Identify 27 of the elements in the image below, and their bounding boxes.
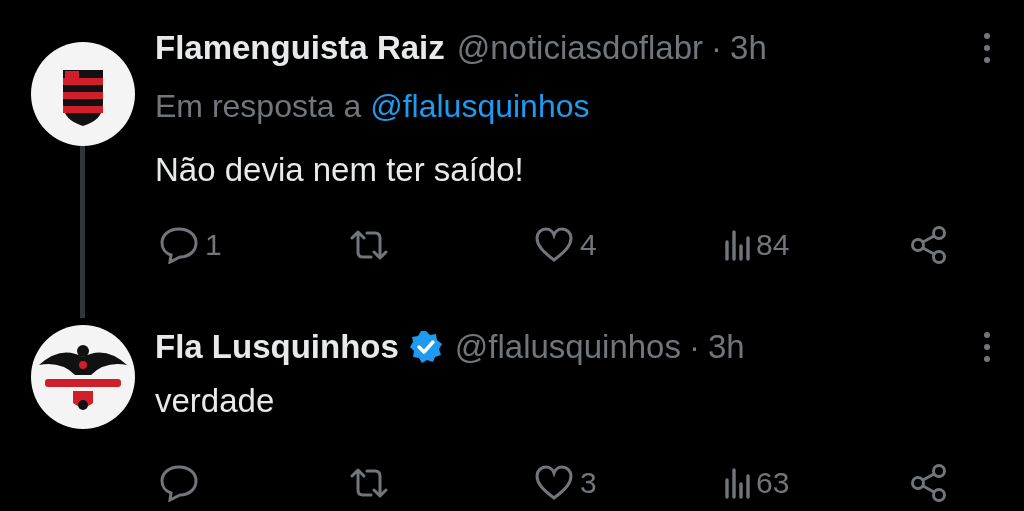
reply-icon[interactable] [159, 464, 199, 502]
repost-icon[interactable] [349, 466, 389, 500]
action-count: 63 [756, 466, 790, 500]
reply-icon[interactable] [159, 226, 199, 264]
post-time: 3h [707, 328, 745, 366]
bar-chart-icon[interactable] [724, 228, 750, 262]
post-text: Não devia nem ter saído! [154, 150, 525, 190]
post-time: 3h [730, 29, 767, 67]
action-count: 84 [756, 228, 790, 262]
heart-icon[interactable] [534, 227, 574, 263]
user-handle[interactable]: @noticiasdoflabr [456, 29, 704, 67]
post-text: verdade [154, 381, 276, 421]
separator: · [711, 29, 723, 67]
share-icon[interactable] [909, 463, 949, 503]
action-count: 1 [205, 228, 222, 262]
reply-context: Em resposta a @flalusquinhos [154, 87, 591, 126]
heart-icon[interactable] [534, 465, 574, 501]
author-name[interactable]: Flamenguista Raiz [155, 29, 445, 67]
repost-icon[interactable] [349, 228, 389, 262]
author-name[interactable]: Fla Lusquinhos [155, 328, 399, 366]
mention-link[interactable]: @flalusquinhos [370, 88, 590, 124]
user-handle[interactable]: @flalusquinhos [454, 328, 681, 366]
action-count: 4 [580, 228, 597, 262]
action-count: 3 [580, 466, 597, 500]
bar-chart-icon[interactable] [724, 466, 750, 500]
separator: · [688, 328, 700, 366]
share-icon[interactable] [909, 225, 949, 265]
